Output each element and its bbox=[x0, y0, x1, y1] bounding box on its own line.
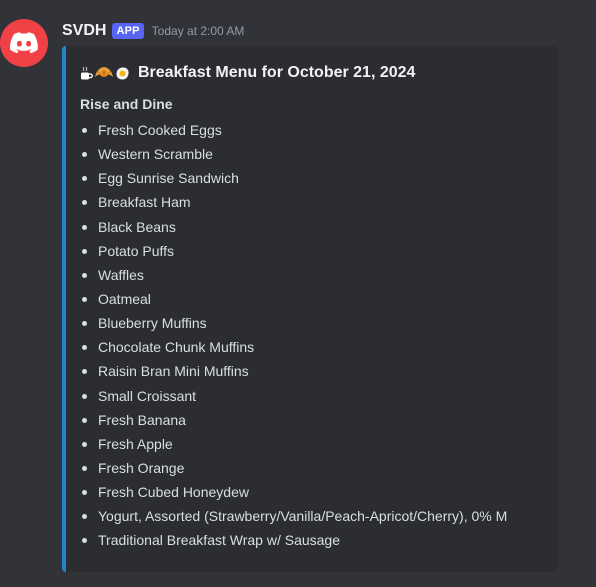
fried-egg-icon bbox=[116, 66, 129, 79]
app-badge: APP bbox=[112, 23, 144, 39]
list-item: Traditional Breakfast Wrap w/ Sausage bbox=[80, 528, 507, 552]
embed-title: Breakfast Menu for October 21, 2024 bbox=[80, 64, 415, 82]
list-item: Black Beans bbox=[80, 215, 507, 239]
coffee-icon bbox=[81, 66, 93, 79]
list-item: Blueberry Muffins bbox=[80, 311, 507, 335]
discord-chat-view: SVDH APP Today at 2:00 AM Breakfast Menu… bbox=[0, 0, 596, 587]
menu-list: Fresh Cooked Eggs Western Scramble Egg Sun… bbox=[80, 118, 507, 553]
list-item: Chocolate Chunk Muffins bbox=[80, 335, 507, 359]
discord-logo-icon bbox=[10, 32, 38, 54]
croissant-icon bbox=[95, 67, 113, 77]
bot-avatar[interactable] bbox=[0, 19, 48, 67]
menu-embed: Breakfast Menu for October 21, 2024 Rise… bbox=[62, 46, 558, 572]
list-item: Raisin Bran Mini Muffins bbox=[80, 359, 507, 383]
list-item: Egg Sunrise Sandwich bbox=[80, 166, 507, 190]
list-item: Breakfast Ham bbox=[80, 190, 507, 214]
list-item: Fresh Banana bbox=[80, 408, 507, 432]
list-item: Waffles bbox=[80, 263, 507, 287]
list-item: Small Croissant bbox=[80, 384, 507, 408]
list-item: Western Scramble bbox=[80, 142, 507, 166]
list-item: Fresh Cubed Honeydew bbox=[80, 480, 507, 504]
username[interactable]: SVDH bbox=[62, 22, 106, 40]
list-item: Potato Puffs bbox=[80, 239, 507, 263]
embed-title-text: Breakfast Menu for October 21, 2024 bbox=[138, 64, 416, 81]
list-item: Fresh Apple bbox=[80, 432, 507, 456]
title-emojis bbox=[80, 65, 130, 81]
list-item: Fresh Cooked Eggs bbox=[80, 118, 507, 142]
list-item: Fresh Orange bbox=[80, 456, 507, 480]
message-header: SVDH APP Today at 2:00 AM bbox=[62, 19, 244, 43]
timestamp[interactable]: Today at 2:00 AM bbox=[152, 24, 245, 38]
list-item: Oatmeal bbox=[80, 287, 507, 311]
section-heading: Rise and Dine bbox=[80, 96, 173, 112]
list-item: Yogurt, Assorted (Strawberry/Vanilla/Pea… bbox=[80, 504, 507, 528]
